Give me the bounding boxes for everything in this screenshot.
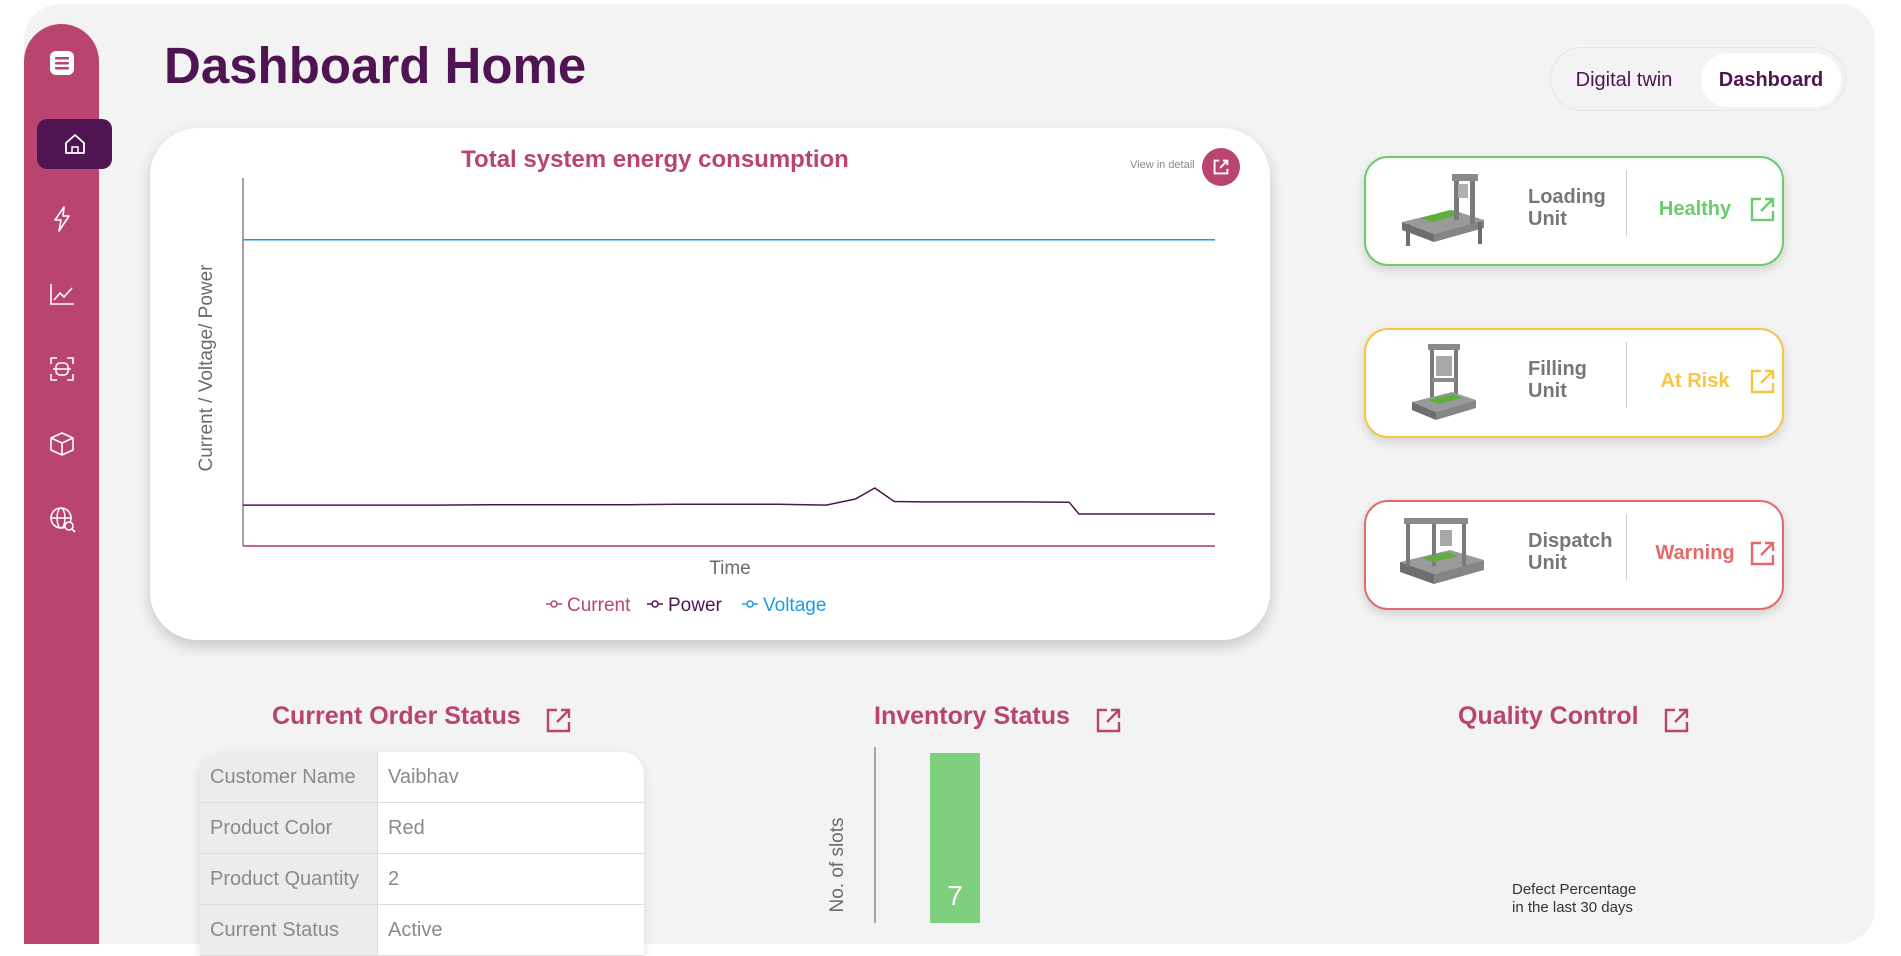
sidebar-item-global-search[interactable] <box>24 494 99 544</box>
unit-status: Warning <box>1655 542 1735 564</box>
dispatch-unit-machine-icon <box>1400 518 1484 584</box>
table-row: Current Status Active <box>200 905 644 956</box>
view-toggle: Digital twin Dashboard <box>1550 47 1846 111</box>
unit-name: Dispatch Unit <box>1528 530 1613 574</box>
inventory-bar-value-label: 7 <box>947 880 963 911</box>
row-value: Active <box>388 919 443 941</box>
row-label: Product Quantity <box>200 854 378 904</box>
globe-search-icon <box>49 507 76 533</box>
table-row: Product Quantity 2 <box>200 854 644 905</box>
home-icon <box>64 134 85 154</box>
external-link-icon[interactable] <box>1748 194 1778 224</box>
row-label: Customer Name <box>200 752 378 802</box>
unit-card-filling[interactable]: Filling Unit At Risk <box>1364 328 1784 438</box>
scan-icon <box>49 357 74 381</box>
toggle-dashboard[interactable]: Dashboard <box>1701 53 1841 107</box>
legend-label: Voltage <box>763 595 826 616</box>
unit-name: Filling Unit <box>1528 358 1587 402</box>
note-line: in the last 30 days <box>1512 899 1633 916</box>
menu-icon <box>49 51 74 75</box>
page-title: Dashboard Home <box>164 37 587 94</box>
row-value: Red <box>388 817 425 839</box>
row-value: 2 <box>388 868 400 890</box>
menu-button[interactable] <box>24 38 99 88</box>
chart-legend: Current Power Voltage <box>546 595 826 616</box>
energy-consumption-card: Total system energy consumption View in … <box>150 128 1270 640</box>
unit-name: Loading Unit <box>1528 186 1606 230</box>
note-line: Defect Percentage <box>1512 881 1637 898</box>
loading-unit-machine-icon <box>1402 174 1484 246</box>
unit-divider <box>1626 170 1627 236</box>
order-status-table: Customer Name Vaibhav Product Color Red … <box>200 752 644 956</box>
external-link-icon[interactable] <box>1748 538 1778 568</box>
lightning-icon <box>53 206 70 232</box>
toggle-digital-twin[interactable]: Digital twin <box>1559 53 1689 107</box>
legend-label: Power <box>668 595 723 616</box>
row-label: Current Status <box>200 905 378 955</box>
unit-divider <box>1626 514 1627 580</box>
unit-status: At Risk <box>1660 370 1730 392</box>
external-link-icon[interactable] <box>1748 366 1778 396</box>
unit-status: Healthy <box>1658 198 1732 220</box>
inventory-y-axis-label: No. of slots <box>827 817 848 912</box>
order-status-title: Current Order Status <box>272 702 521 730</box>
legend-item-voltage[interactable]: Voltage <box>742 595 826 616</box>
table-row: Product Color Red <box>200 803 644 854</box>
filling-unit-machine-icon <box>1412 344 1476 420</box>
sidebar-item-analytics[interactable] <box>24 269 99 319</box>
inventory-status-title: Inventory Status <box>874 702 1070 730</box>
sidebar-item-inventory[interactable] <box>24 419 99 469</box>
sidebar-item-scan[interactable] <box>24 344 99 394</box>
sidebar-item-energy[interactable] <box>24 194 99 244</box>
series-line-power <box>243 487 1215 515</box>
energy-line-chart: Current / Voltage/ Power Time Current Pow… <box>196 178 1215 616</box>
quality-control-title: Quality Control <box>1458 702 1639 730</box>
defect-percentage-note: Defect Percentage in the last 30 days <box>1512 881 1672 917</box>
row-label: Product Color <box>200 803 378 853</box>
inventory-external-link-icon[interactable] <box>1094 705 1124 735</box>
x-axis-label: Time <box>709 558 751 579</box>
row-value: Vaibhav <box>388 766 459 788</box>
order-status-external-link-icon[interactable] <box>544 705 574 735</box>
box-icon <box>49 432 74 456</box>
sidebar-item-home[interactable] <box>37 119 112 169</box>
legend-label: Current <box>567 595 631 616</box>
line-chart-icon <box>49 284 74 305</box>
legend-marker <box>651 600 659 608</box>
unit-card-loading[interactable]: Loading Unit Healthy <box>1364 156 1784 266</box>
legend-marker <box>550 600 558 608</box>
legend-item-power[interactable]: Power <box>647 595 723 616</box>
table-row: Customer Name Vaibhav <box>200 752 644 803</box>
sidebar <box>24 24 112 944</box>
quality-external-link-icon[interactable] <box>1662 705 1692 735</box>
unit-card-dispatch[interactable]: Dispatch Unit Warning <box>1364 500 1784 610</box>
legend-item-current[interactable]: Current <box>546 595 631 616</box>
legend-marker <box>746 600 754 608</box>
inventory-bar-chart: No. of slots 7 <box>827 747 980 923</box>
y-axis-label: Current / Voltage/ Power <box>196 264 217 472</box>
unit-divider <box>1626 342 1627 408</box>
